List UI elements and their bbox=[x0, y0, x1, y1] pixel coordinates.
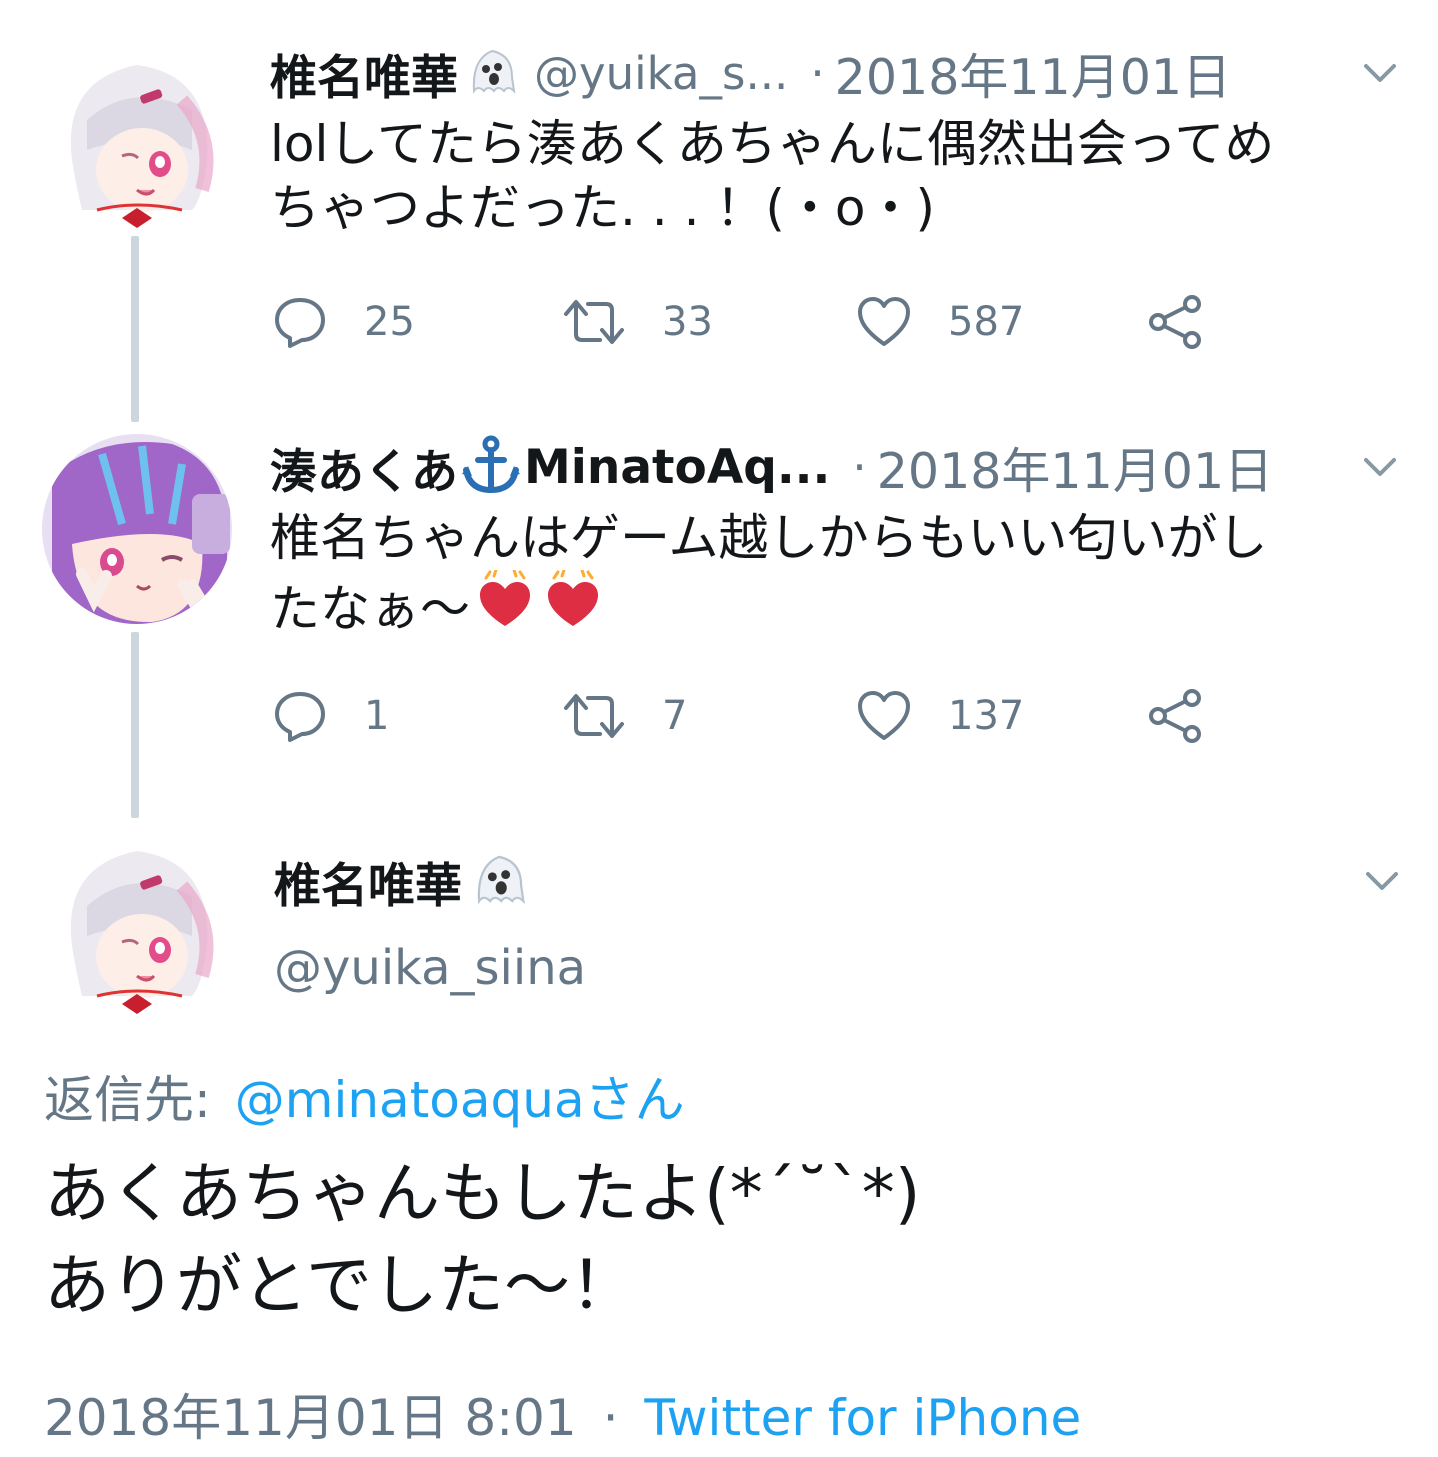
tweet-text-line: lolしてたら湊あくあちゃんに偶然出会ってめ bbox=[270, 115, 1275, 173]
tweet-text-line-with-emoji: たなぁ〜 bbox=[270, 568, 1410, 647]
separator-dot: · bbox=[810, 46, 825, 100]
replying-to-label: 返信先: bbox=[44, 1071, 211, 1129]
tweet-source-link[interactable]: Twitter for iPhone bbox=[644, 1389, 1081, 1447]
share-button[interactable] bbox=[1146, 686, 1206, 746]
tweet-timestamp[interactable]: 2018年11月01日 8:01 bbox=[44, 1389, 577, 1447]
like-count: 137 bbox=[948, 693, 1025, 739]
retweet-icon bbox=[564, 300, 624, 344]
chevron-down-icon[interactable] bbox=[1362, 866, 1402, 896]
tweet-text: lolしてたら湊あくあちゃんに偶然出会ってめ ちゃつよだった. . . ！(・o… bbox=[270, 112, 1410, 240]
reply-icon bbox=[275, 298, 325, 348]
heart-icon bbox=[858, 691, 910, 740]
display-name[interactable]: 椎名唯華 bbox=[270, 39, 458, 108]
tweet-text-line: ちゃつよだった. . . ！(・o・) bbox=[270, 179, 935, 237]
tweet-text: 椎名ちゃんはゲーム越しからもいい匂いがし たなぁ〜 bbox=[270, 506, 1410, 647]
tweet-date[interactable]: 2018年11月01日 bbox=[835, 38, 1231, 109]
heart-icon bbox=[858, 297, 910, 346]
share-icon bbox=[1149, 689, 1201, 743]
thread-connector-line bbox=[131, 632, 139, 818]
thread-connector-line bbox=[131, 236, 139, 422]
avatar[interactable] bbox=[42, 40, 232, 230]
tweet-header: 椎名唯華 @yuika_s... · 2018年11月01日 bbox=[270, 38, 1231, 108]
separator-dot: · bbox=[852, 440, 867, 494]
replying-to-link[interactable]: @minatoaquaさん bbox=[235, 1071, 685, 1129]
display-name-suffix[interactable]: MinatoAq... bbox=[524, 440, 830, 495]
reply-icon bbox=[275, 692, 325, 742]
avatar-image-yuika bbox=[42, 40, 232, 230]
like-button[interactable]: 587 bbox=[856, 292, 1024, 352]
separator-dot: · bbox=[602, 1389, 619, 1447]
tweet-text-line: 椎名ちゃんはゲーム越しからもいい匂いがし bbox=[270, 509, 1268, 567]
tweet-actions: 1 7 137 bbox=[272, 686, 1232, 746]
reply-button[interactable]: 1 bbox=[272, 686, 389, 746]
avatar[interactable] bbox=[42, 434, 232, 624]
reply-count: 1 bbox=[364, 693, 390, 739]
reply-button[interactable]: 25 bbox=[272, 292, 415, 352]
ghost-emoji bbox=[468, 848, 530, 914]
user-handle[interactable]: @yuika_siina bbox=[274, 940, 586, 996]
retweet-button[interactable]: 33 bbox=[562, 292, 713, 352]
like-count: 587 bbox=[948, 299, 1025, 345]
avatar-image-aqua bbox=[42, 434, 232, 624]
chevron-down-icon[interactable] bbox=[1360, 58, 1400, 88]
beating-heart-emoji bbox=[542, 568, 604, 647]
retweet-count: 7 bbox=[662, 693, 688, 739]
share-button[interactable] bbox=[1146, 292, 1206, 352]
display-name[interactable]: 湊あくあ bbox=[270, 433, 458, 502]
main-tweet-author[interactable]: 椎名唯華 bbox=[274, 846, 530, 916]
retweet-count: 33 bbox=[662, 299, 713, 345]
retweet-button[interactable]: 7 bbox=[562, 686, 687, 746]
beating-heart-emoji bbox=[474, 568, 536, 647]
reply-count: 25 bbox=[364, 299, 415, 345]
chevron-down-icon[interactable] bbox=[1360, 452, 1400, 482]
share-icon bbox=[1149, 295, 1201, 349]
tweet-text-line: ありがとでした〜！ bbox=[44, 1247, 637, 1324]
tweet-actions: 25 33 587 bbox=[272, 292, 1232, 352]
anchor-emoji bbox=[460, 434, 522, 500]
tweet-text-segment: たなぁ〜 bbox=[270, 579, 470, 638]
tweet-header: 湊あくあ MinatoAq... · 2018年11月01日 bbox=[270, 432, 1273, 502]
user-handle[interactable]: @yuika_s... bbox=[534, 47, 788, 100]
retweet-icon bbox=[564, 694, 624, 738]
tweet-meta: 2018年11月01日 8:01 · Twitter for iPhone bbox=[44, 1378, 1081, 1450]
display-name: 椎名唯華 bbox=[274, 858, 462, 914]
like-button[interactable]: 137 bbox=[856, 686, 1024, 746]
tweet-text-line: あくあちゃんもしたよ(*´˘`*) bbox=[44, 1155, 921, 1232]
ghost-emoji bbox=[464, 43, 520, 103]
avatar-image-yuika bbox=[42, 826, 232, 1016]
avatar[interactable] bbox=[42, 826, 232, 1016]
replying-to: 返信先: @minatoaquaさん bbox=[44, 1060, 685, 1132]
main-tweet-text: あくあちゃんもしたよ(*´˘`*) ありがとでした〜！ bbox=[44, 1148, 921, 1332]
tweet-date[interactable]: 2018年11月01日 bbox=[877, 432, 1273, 503]
